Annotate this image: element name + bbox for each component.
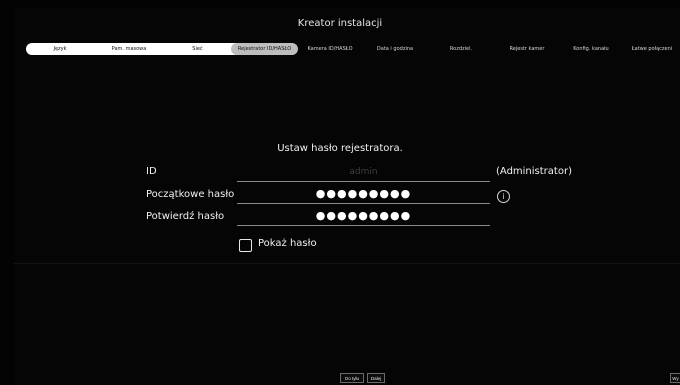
id-label: ID	[146, 166, 157, 177]
show-password-label[interactable]: Pokaż hasło	[258, 238, 317, 249]
tab-channel-config[interactable]: Konfig. kanału	[560, 43, 622, 55]
info-icon[interactable]: i	[497, 190, 510, 203]
tab-resolution[interactable]: Rozdziel.	[428, 43, 494, 55]
tab-storage[interactable]: Pam. masowa	[94, 43, 164, 55]
window-title: Kreator instalacji	[297, 18, 383, 29]
form-prompt: Ustaw hasło rejestratora.	[277, 143, 403, 154]
tab-network[interactable]: Sieć	[164, 43, 231, 55]
tab-camera-id-password[interactable]: Kamera ID/HASŁO	[298, 43, 362, 55]
tab-recorder-id-password[interactable]: Rejestrator ID/HASŁO	[231, 43, 298, 55]
initial-password-mask: ●●●●●●●●●	[315, 187, 412, 200]
tab-camera-registration[interactable]: Rejestr kamer	[494, 43, 560, 55]
id-field[interactable]: admin	[237, 164, 490, 182]
id-note: (Administrator)	[496, 166, 572, 177]
tab-easy-connection[interactable]: Łatwe połączeni	[622, 43, 680, 55]
initial-password-label: Początkowe hasło	[146, 189, 235, 200]
tab-language[interactable]: Język	[26, 43, 94, 55]
confirm-password-mask: ●●●●●●●●●	[315, 209, 412, 222]
back-button[interactable]: Do tyłu	[340, 373, 364, 383]
confirm-password-label: Potwierdź hasło	[146, 211, 225, 222]
tab-date-time[interactable]: Data i godzina	[362, 43, 428, 55]
initial-password-field[interactable]: ●●●●●●●●●	[237, 186, 490, 204]
exit-button[interactable]: Wy	[670, 373, 680, 383]
content-divider	[14, 263, 680, 264]
show-password-checkbox[interactable]	[239, 239, 252, 252]
step-tabs: Język Pam. masowa Sieć Rejestrator ID/HA…	[26, 43, 680, 55]
id-placeholder: admin	[349, 167, 378, 177]
confirm-password-field[interactable]: ●●●●●●●●●	[237, 208, 490, 226]
next-button[interactable]: Dalej	[367, 373, 385, 383]
